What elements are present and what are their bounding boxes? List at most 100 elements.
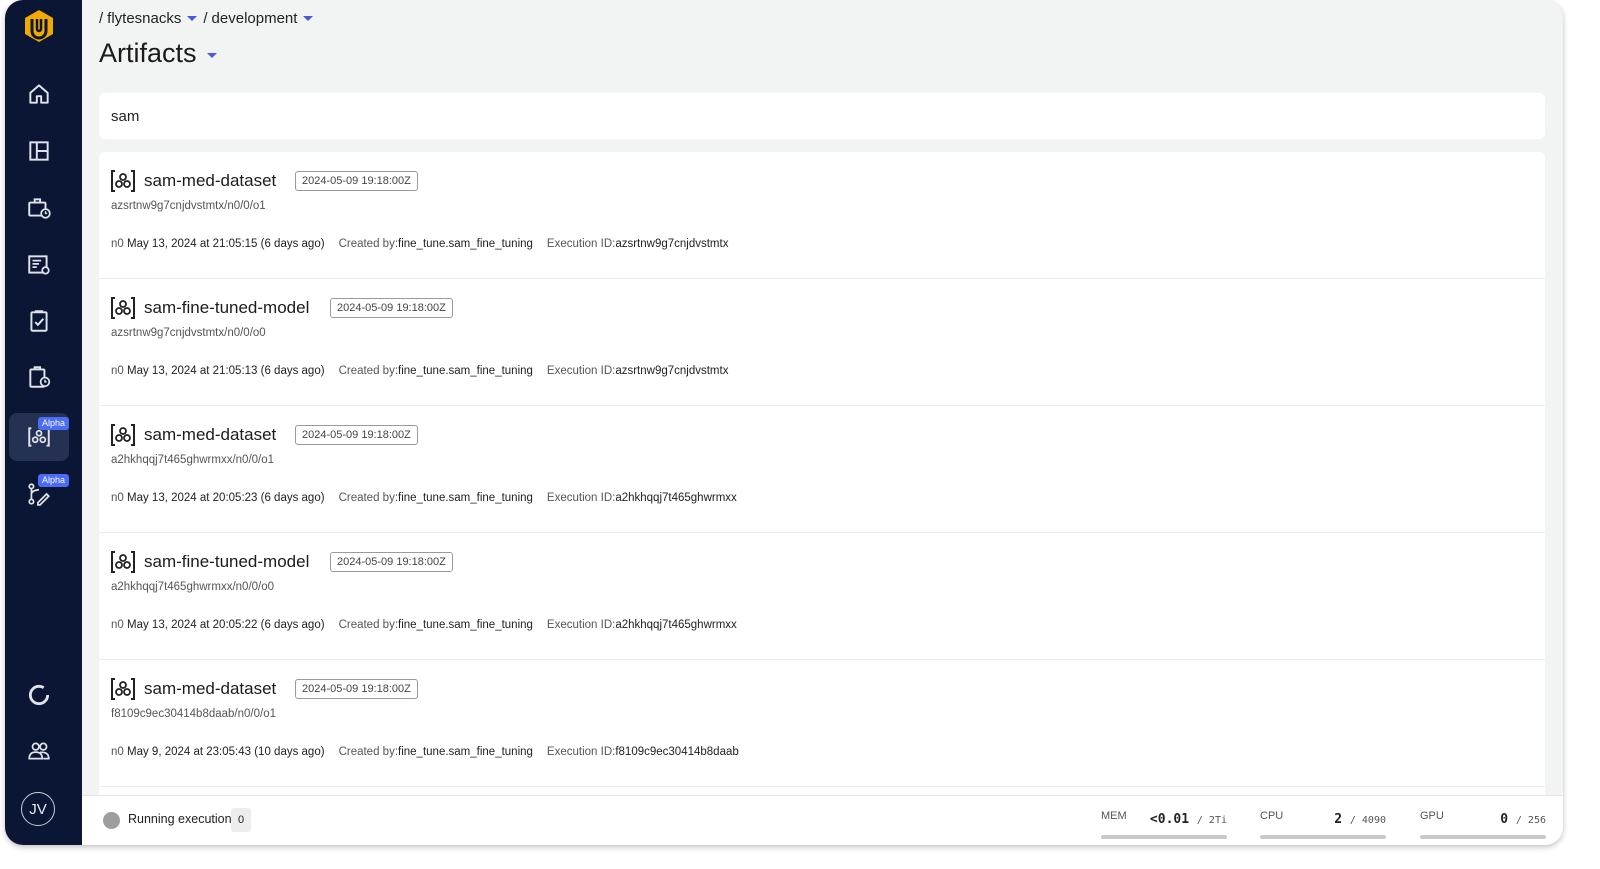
- node-id: n0: [111, 492, 124, 504]
- sidebar-item-checklist[interactable]: [9, 297, 69, 345]
- execution-id-label: Execution ID:: [546, 492, 616, 504]
- cpu-value: 2 / 4090: [1334, 812, 1386, 827]
- node-id: n0: [111, 619, 124, 631]
- artifact-icon: [111, 297, 135, 319]
- version-badge: 2024-05-09 19:18:00Z: [330, 298, 453, 318]
- donut-icon: [28, 684, 50, 706]
- execution-id-label: Execution ID:: [546, 619, 616, 631]
- sidebar-item-artifacts[interactable]: Alpha: [9, 413, 70, 461]
- list-settings-icon: [28, 255, 50, 275]
- created-by-label: Created by:: [338, 238, 399, 250]
- execution-id[interactable]: azsrtnw9g7cnjdvstmtx: [615, 238, 728, 250]
- mem-bar: [1101, 835, 1227, 839]
- page-title[interactable]: Artifacts: [99, 38, 217, 69]
- gpu-label: GPU: [1420, 810, 1444, 822]
- sidebar-item-lineage[interactable]: Alpha: [9, 470, 70, 518]
- breadcrumb-project[interactable]: flytesnacks: [107, 10, 198, 27]
- execution-id-label: Execution ID:: [546, 746, 616, 758]
- clipboard-clock-icon: [29, 366, 51, 388]
- mem-used: <0.01: [1149, 812, 1190, 827]
- version-badge: 2024-05-09 19:18:00Z: [295, 171, 418, 191]
- artifact-name[interactable]: sam-med-dataset: [144, 171, 276, 191]
- execution-id-label: Execution ID:: [546, 365, 616, 377]
- artifact-uri: azsrtnw9g7cnjdvstmtx/n0/0/o0: [111, 327, 266, 339]
- artifact-row[interactable]: sam-fine-tuned-model 2024-05-09 19:18:00Z…: [99, 279, 1545, 406]
- created-at: May 13, 2024 at 20:05:22 (6 days ago): [127, 619, 325, 631]
- artifact-meta: n0 May 13, 2024 at 21:05:13 (6 days ago)…: [111, 365, 728, 377]
- execution-id[interactable]: f8109c9ec30414b8daab: [615, 746, 738, 758]
- execution-id[interactable]: a2hkhqqj7t465ghwrmxx: [615, 492, 736, 504]
- execution-id-label: Execution ID:: [546, 238, 616, 250]
- mem-usage: MEM <0.01 / 2Ti: [1101, 810, 1227, 839]
- artifact-name[interactable]: sam-fine-tuned-model: [144, 298, 309, 318]
- created-by: fine_tune.sam_fine_tuning: [398, 746, 533, 758]
- node-id: n0: [111, 238, 124, 250]
- cpu-usage: CPU 2 / 4090: [1260, 810, 1386, 839]
- created-by-label: Created by:: [338, 746, 399, 758]
- created-by-label: Created by:: [338, 619, 399, 631]
- breadcrumb-domain[interactable]: development: [212, 10, 314, 27]
- page-title-label: Artifacts: [99, 38, 197, 68]
- created-by: fine_tune.sam_fine_tuning: [398, 619, 533, 631]
- layout-icon: [29, 141, 49, 161]
- artifact-row[interactable]: sam-med-dataset 2024-05-09 19:18:00Z a2hkh…: [99, 406, 1545, 533]
- alpha-badge: Alpha: [38, 417, 70, 430]
- chevron-down-icon: [206, 52, 217, 58]
- main-content: / flytesnacks / development Artifacts sa…: [82, 0, 1563, 845]
- gpu-usage: GPU 0 / 256: [1420, 810, 1546, 839]
- sidebar: Alpha Alpha JV: [5, 0, 82, 845]
- sidebar-item-dashboard[interactable]: [9, 127, 69, 175]
- execution-id[interactable]: azsrtnw9g7cnjdvstmtx: [615, 365, 728, 377]
- home-icon: [29, 84, 49, 104]
- artifact-icon: [111, 424, 135, 446]
- breadcrumb-separator: /: [203, 10, 208, 27]
- artifact-icon: [111, 551, 135, 573]
- sidebar-item-launch-plans[interactable]: [9, 184, 69, 232]
- node-id: n0: [111, 746, 124, 758]
- gpu-value: 0 / 256: [1500, 812, 1546, 827]
- artifact-icon: [111, 170, 135, 192]
- artifact-row[interactable]: sam-med-dataset 2024-05-09 19:18:00Z azsrt…: [99, 152, 1545, 279]
- union-logo-icon[interactable]: [21, 8, 57, 44]
- artifact-row[interactable]: sam-fine-tuned-model 2024-05-09 19:18:00Z…: [99, 533, 1545, 660]
- briefcase-clock-icon: [28, 198, 51, 219]
- cpu-label: CPU: [1260, 810, 1284, 822]
- cpu-bar: [1260, 835, 1386, 839]
- mem-label: MEM: [1101, 810, 1127, 822]
- artifact-uri: a2hkhqqj7t465ghwrmxx/n0/0/o0: [111, 581, 275, 593]
- artifact-name[interactable]: sam-med-dataset: [144, 679, 276, 699]
- artifact-name[interactable]: sam-fine-tuned-model: [144, 552, 309, 572]
- created-by-label: Created by:: [338, 365, 399, 377]
- search-input[interactable]: [99, 93, 1545, 139]
- sidebar-item-schedules[interactable]: [9, 353, 69, 401]
- chevron-down-icon: [303, 16, 314, 21]
- mem-value: <0.01 / 2Ti: [1150, 812, 1227, 827]
- artifact-name[interactable]: sam-med-dataset: [144, 425, 276, 445]
- created-at: May 13, 2024 at 21:05:15 (6 days ago): [127, 238, 325, 250]
- artifact-uri: f8109c9ec30414b8daab/n0/0/o1: [111, 708, 276, 720]
- created-by: fine_tune.sam_fine_tuning: [398, 238, 533, 250]
- status-footer: Running executions 0 MEM <0.01 / 2Ti CPU…: [82, 795, 1563, 845]
- running-executions-label[interactable]: Running executions: [128, 812, 238, 826]
- artifact-meta: n0 May 9, 2024 at 23:05:43 (10 days ago)…: [111, 746, 739, 758]
- artifact-uri: a2hkhqqj7t465ghwrmxx/n0/0/o1: [111, 454, 275, 466]
- user-avatar[interactable]: JV: [21, 792, 55, 826]
- sidebar-item-usage[interactable]: [9, 671, 69, 719]
- cpu-total: / 4090: [1349, 815, 1386, 826]
- sidebar-item-users[interactable]: [9, 727, 69, 775]
- sidebar-item-tasks[interactable]: [9, 241, 69, 289]
- artifact-row[interactable]: sam-med-dataset 2024-05-09 19:18:00Z f8109…: [99, 660, 1545, 787]
- breadcrumb-project-label: flytesnacks: [107, 10, 182, 27]
- created-by: fine_tune.sam_fine_tuning: [398, 492, 533, 504]
- artifact-meta: n0 May 13, 2024 at 20:05:23 (6 days ago)…: [111, 492, 737, 504]
- version-badge: 2024-05-09 19:18:00Z: [295, 679, 418, 699]
- sidebar-item-home[interactable]: [9, 70, 69, 118]
- mem-total: / 2Ti: [1196, 815, 1227, 826]
- cpu-used: 2: [1334, 812, 1343, 827]
- running-executions-count: 0: [231, 808, 251, 832]
- execution-id[interactable]: a2hkhqqj7t465ghwrmxx: [615, 619, 736, 631]
- created-by-label: Created by:: [338, 492, 399, 504]
- created-at: May 9, 2024 at 23:05:43 (10 days ago): [127, 746, 325, 758]
- node-id: n0: [111, 365, 124, 377]
- chevron-down-icon: [187, 16, 198, 21]
